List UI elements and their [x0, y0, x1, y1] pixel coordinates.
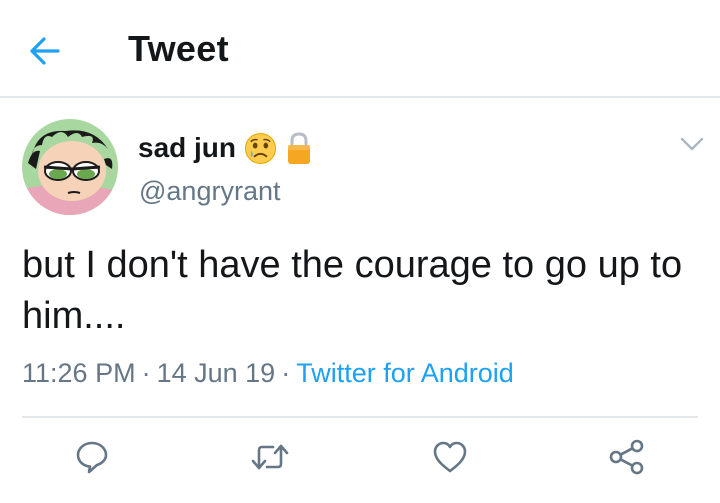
tweet-time: 11:26 PM	[22, 358, 136, 388]
share-icon	[609, 439, 644, 475]
avatar-cartoon-icon	[22, 119, 118, 215]
retweet-icon	[251, 444, 289, 470]
arrow-left-icon	[30, 37, 60, 65]
retweet-button[interactable]	[250, 437, 290, 477]
tweet-source-link[interactable]: Twitter for Android	[296, 358, 514, 388]
top-app-bar: Tweet	[0, 0, 720, 98]
author-handle[interactable]: @angryrant	[139, 176, 280, 207]
display-name[interactable]: sad jun	[138, 132, 236, 164]
tweet-date: 14 Jun 19	[156, 358, 276, 388]
tweet-detail-screen: Tweet sad jun @angryrant but I don't hav…	[0, 0, 720, 503]
sad-face-emoji-icon	[244, 132, 277, 164]
page-title: Tweet	[128, 28, 229, 69]
share-button[interactable]	[607, 437, 647, 477]
reply-button[interactable]	[72, 437, 112, 477]
more-options-button[interactable]	[678, 133, 706, 155]
like-button[interactable]	[430, 437, 470, 477]
heart-icon	[433, 441, 467, 473]
back-button[interactable]	[28, 34, 62, 68]
reply-icon	[76, 441, 108, 474]
avatar[interactable]	[22, 119, 118, 215]
meta-separator: ·	[281, 358, 291, 388]
chevron-down-icon	[680, 137, 704, 151]
tweet-meta: 11:26 PM · 14 Jun 19 · Twitter for Android	[22, 358, 514, 389]
tweet-text: but I don't have the courage to go up to…	[22, 244, 683, 337]
author-name-row[interactable]: sad jun	[138, 128, 311, 168]
divider	[22, 416, 698, 418]
lock-icon	[288, 132, 311, 164]
meta-separator: ·	[141, 358, 151, 388]
